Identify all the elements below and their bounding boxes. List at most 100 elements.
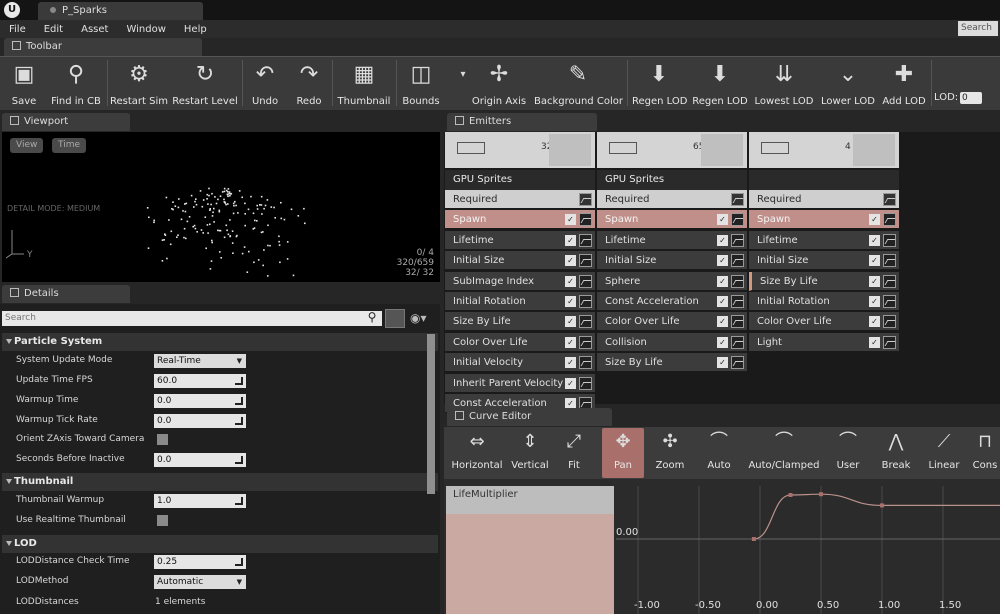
details-search-input[interactable]: Search (2, 311, 382, 326)
curve-toggle-icon[interactable] (579, 274, 592, 288)
module-row[interactable]: SubImage Index ✓ (445, 271, 595, 291)
curve-key[interactable] (788, 493, 793, 497)
emitter-header[interactable]: 4 (749, 132, 899, 168)
module-row[interactable]: Spawn ✓ (445, 210, 595, 230)
module-row[interactable]: Lifetime ✓ (597, 230, 747, 250)
horizontal-button[interactable]: ⇔ Horizontal (450, 428, 504, 478)
seconds-before-inactive-field[interactable]: 0.0 (154, 453, 246, 467)
module-enable-checkbox[interactable]: ✓ (717, 316, 728, 328)
curve-toggle-icon[interactable] (731, 335, 744, 349)
view-button[interactable]: View (10, 138, 44, 153)
linear-button[interactable]: ⟋ Linear (922, 428, 966, 478)
emitter-type-data[interactable]: GPU Sprites (445, 170, 595, 190)
tab-viewport[interactable]: Viewport (2, 113, 130, 131)
module-row[interactable]: Initial Size ✓ (597, 251, 747, 271)
menu-edit[interactable]: Edit (35, 24, 72, 35)
module-enable-checkbox[interactable]: ✓ (565, 296, 576, 307)
curve-toggle-icon[interactable] (883, 233, 896, 247)
module-enable-checkbox[interactable]: ✓ (717, 275, 728, 287)
module-enable-checkbox[interactable]: ✓ (717, 296, 728, 307)
section-particle-system[interactable]: Particle System (2, 333, 438, 351)
lower-lod-button[interactable]: ⌄ Lower LOD (820, 60, 876, 108)
global-search-input[interactable]: Search (958, 21, 998, 36)
module-row[interactable]: Size By Life ✓ (749, 271, 899, 291)
curve-toggle-icon[interactable] (883, 193, 896, 206)
tab-toolbar[interactable]: Toolbar (4, 38, 202, 56)
emitter-header[interactable]: 659 (597, 132, 747, 168)
curve-toggle-icon[interactable] (883, 335, 896, 349)
module-row[interactable]: Required (597, 190, 747, 209)
module-row[interactable]: Inherit Parent Velocity ✓ (445, 373, 595, 393)
thumbnail-warmup-field[interactable]: 1.0 (154, 494, 246, 508)
module-enable-checkbox[interactable]: ✓ (869, 316, 880, 328)
module-enable-checkbox[interactable]: ✓ (717, 357, 728, 369)
module-enable-checkbox[interactable]: ✓ (565, 316, 576, 328)
find-in-cb-button[interactable]: ⚲ Find in CB (48, 60, 104, 108)
bounds-button[interactable]: ◫ Bounds (400, 60, 442, 108)
document-tab[interactable]: P_Sparks (38, 2, 203, 20)
curve-toggle-icon[interactable] (731, 356, 744, 370)
menu-asset[interactable]: Asset (72, 24, 117, 35)
module-enable-checkbox[interactable]: ✓ (869, 296, 880, 307)
module-enable-checkbox[interactable]: ✓ (869, 234, 880, 246)
module-enable-checkbox[interactable]: ✓ (565, 234, 576, 246)
module-row[interactable]: Const Acceleration ✓ (597, 292, 747, 311)
module-row[interactable]: Light ✓ (749, 332, 899, 352)
emitter-column[interactable]: 659GPU SpritesRequiredSpawn✓Lifetime✓Ini… (597, 132, 747, 402)
thumbnail-button[interactable]: ▦ Thumbnail (336, 60, 392, 108)
curve-key[interactable] (880, 503, 884, 508)
module-enable-checkbox[interactable]: ✓ (565, 275, 576, 287)
curve-toggle-icon[interactable] (731, 274, 744, 288)
module-enable-checkbox[interactable]: ✓ (869, 275, 880, 287)
module-enable-checkbox[interactable]: ✓ (869, 255, 880, 267)
curve-toggle-icon[interactable] (883, 295, 896, 308)
module-row[interactable]: Required (749, 190, 899, 209)
curve-toggle-icon[interactable] (579, 213, 592, 227)
section-lod[interactable]: LOD (2, 535, 438, 553)
curve-toggle-icon[interactable] (579, 356, 592, 370)
module-enable-checkbox[interactable]: ✓ (869, 214, 880, 226)
curve-toggle-icon[interactable] (883, 213, 896, 227)
add-lod-button[interactable]: ✚ Add LOD (880, 60, 928, 108)
module-enable-checkbox[interactable]: ✓ (717, 255, 728, 267)
orient-zaxis-checkbox[interactable] (157, 434, 168, 445)
bounds-dropdown-button[interactable]: ▾ (448, 60, 465, 108)
module-enable-checkbox[interactable]: ✓ (565, 377, 576, 389)
curve-key[interactable] (819, 492, 823, 497)
module-enable-checkbox[interactable]: ✓ (717, 336, 728, 348)
emitter-toggle-icons[interactable] (761, 142, 789, 154)
module-row[interactable]: Initial Rotation ✓ (749, 292, 899, 311)
module-enable-checkbox[interactable]: ✓ (717, 214, 728, 226)
module-row[interactable]: Size By Life ✓ (445, 312, 595, 332)
curve-toggle-icon[interactable] (731, 193, 744, 206)
emitter-toggle-icons[interactable] (609, 142, 637, 154)
auto-button[interactable]: ⌒ Auto (700, 428, 738, 478)
curve-toggle-icon[interactable] (883, 315, 896, 329)
user-button[interactable]: ⌒ User (828, 428, 868, 478)
tab-details[interactable]: Details (2, 285, 130, 303)
pan-button[interactable]: ✥ Pan (602, 428, 644, 478)
warmup-time-field[interactable]: 0.0 (154, 394, 246, 408)
module-row[interactable]: Initial Size ✓ (749, 251, 899, 271)
update-time-fps-field[interactable]: 60.0 (154, 374, 246, 388)
emitter-type-data[interactable]: GPU Sprites (597, 170, 747, 190)
undo-button[interactable]: ↶ Undo (246, 60, 284, 108)
use-realtime-thumbnail-checkbox[interactable] (157, 515, 168, 526)
module-row[interactable]: Initial Size ✓ (445, 251, 595, 271)
redo-button[interactable]: ↷ Redo (290, 60, 328, 108)
origin-axis-button[interactable]: ✢ Origin Axis (470, 60, 528, 108)
module-row[interactable]: Initial Velocity ✓ (445, 353, 595, 373)
constant-button[interactable]: ⊓ Cons (970, 428, 1000, 478)
unreal-logo-icon[interactable]: U (4, 2, 20, 18)
module-row[interactable]: Collision ✓ (597, 332, 747, 352)
module-enable-checkbox[interactable]: ✓ (717, 234, 728, 246)
tab-emitters[interactable]: Emitters (447, 113, 597, 131)
property-matrix-icon[interactable] (385, 309, 405, 328)
lowest-lod-button[interactable]: ⇊ Lowest LOD (754, 60, 814, 108)
curve-key[interactable] (751, 537, 756, 541)
break-button[interactable]: ⋀ Break (876, 428, 916, 478)
menu-window[interactable]: Window (117, 24, 174, 35)
module-row[interactable]: Color Over Life ✓ (445, 332, 595, 352)
module-enable-checkbox[interactable]: ✓ (565, 357, 576, 369)
module-row[interactable]: Initial Rotation ✓ (445, 292, 595, 311)
